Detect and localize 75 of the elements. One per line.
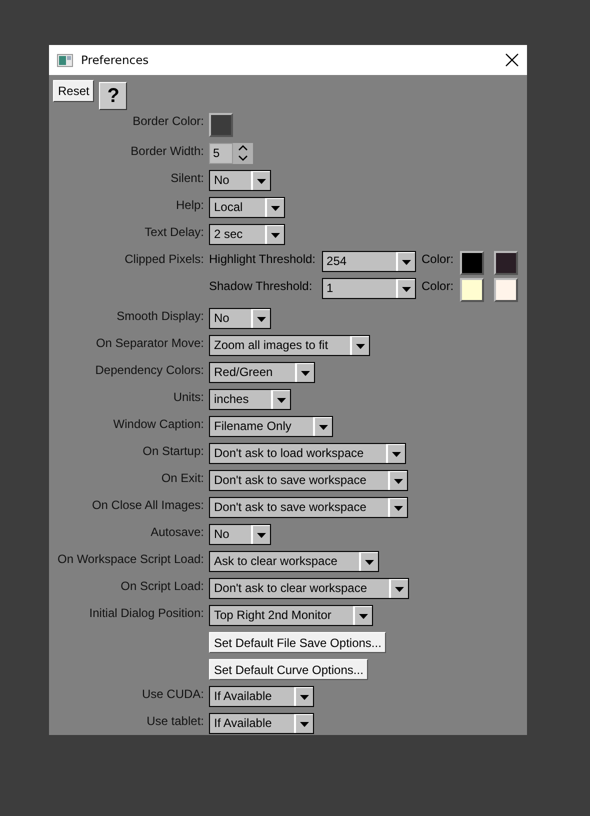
color-swatch[interactable]: [460, 251, 484, 275]
field-label: Dependency Colors:: [95, 362, 204, 378]
field-label: Window Caption:: [113, 416, 204, 432]
field-label: Units:: [173, 389, 204, 405]
threshold-label: Shadow Threshold:: [209, 278, 314, 294]
field-label: Clipped Pixels:: [124, 251, 204, 267]
options-button[interactable]: Set Default File Save Options...: [209, 632, 386, 653]
field-label: On Script Load:: [120, 578, 204, 594]
dropdown-arrow-icon: [270, 232, 280, 238]
dropdown-arrow-icon: [402, 286, 411, 292]
dropdown-arrow-icon: [257, 178, 266, 184]
color-swatch[interactable]: [209, 113, 233, 137]
dropdown-arrow-icon: [359, 614, 368, 618]
dropdown[interactable]: If Available: [209, 686, 314, 707]
dropdown[interactable]: Ask to clear workspace: [209, 551, 380, 572]
color-swatch[interactable]: [494, 278, 518, 302]
dropdown[interactable]: Filename Only: [209, 416, 334, 437]
dropdown[interactable]: No: [209, 524, 272, 545]
close-icon[interactable]: [505, 53, 519, 67]
dropdown-arrow-icon: [394, 506, 404, 510]
dropdown[interactable]: Don't ask to save workspace: [209, 470, 408, 491]
dropdown-arrow-icon: [300, 722, 309, 726]
dropdown[interactable]: 2 sec: [209, 224, 285, 245]
dropdown-arrow-icon: [319, 424, 328, 430]
dropdown[interactable]: Don't ask to save workspace: [209, 497, 408, 518]
color-swatch[interactable]: [460, 278, 484, 302]
field-label: On Exit:: [161, 470, 204, 486]
dropdown-arrow-icon: [392, 452, 401, 456]
dropdown-arrow-icon: [356, 344, 366, 348]
dropdown[interactable]: Don't ask to clear workspace: [209, 578, 410, 599]
dropdown[interactable]: If Available: [209, 713, 314, 734]
dropdown[interactable]: Zoom all images to fit: [209, 335, 370, 356]
options-button[interactable]: Set Default Curve Options...: [209, 659, 368, 680]
dropdown[interactable]: Local: [209, 197, 285, 218]
dropdown[interactable]: 254: [322, 251, 416, 272]
dropdown-arrow-icon: [394, 478, 404, 484]
dropdown-arrow-icon: [300, 694, 309, 700]
dropdown[interactable]: Top Right 2nd Monitor: [209, 605, 374, 626]
app-icon: [57, 54, 73, 66]
dropdown[interactable]: Don't ask to load workspace: [209, 443, 406, 464]
dropdown-arrow-icon: [402, 260, 411, 264]
dropdown-arrow-icon: [300, 370, 310, 376]
dropdown-arrow-icon: [365, 560, 374, 564]
dropdown-arrow-icon: [395, 586, 404, 592]
dropdown[interactable]: 1: [322, 278, 416, 299]
color-label: Color:: [422, 251, 454, 267]
field-label: Initial Dialog Position:: [89, 605, 204, 621]
window-title: Preferences: [81, 53, 150, 67]
field-label: On Startup:: [142, 443, 204, 459]
threshold-label: Highlight Threshold:: [209, 251, 316, 267]
field-label: Smooth Display:: [116, 308, 204, 324]
field-label: Silent:: [170, 170, 204, 186]
field-label: On Close All Images:: [92, 497, 204, 513]
field-label: On Separator Move:: [96, 335, 204, 351]
field-label: Use CUDA:: [142, 686, 204, 702]
dropdown-arrow-icon: [276, 398, 286, 402]
field-label: Autosave:: [150, 524, 204, 540]
reset-button[interactable]: Reset: [53, 80, 94, 102]
dropdown[interactable]: Red/Green: [209, 362, 315, 383]
dropdown-arrow-icon: [257, 316, 266, 322]
field-label: Use tablet:: [146, 713, 204, 729]
dropdown-arrow-icon: [257, 532, 266, 538]
dropdown[interactable]: No: [209, 308, 272, 329]
dropdown-arrow-icon: [270, 206, 280, 210]
color-swatch[interactable]: [494, 251, 518, 275]
color-label: Color:: [422, 278, 454, 294]
dropdown[interactable]: No: [209, 170, 272, 191]
dropdown[interactable]: inches: [209, 389, 291, 410]
help-button[interactable]: ?: [99, 82, 128, 110]
field-label: Border Width:: [130, 143, 204, 159]
number-field[interactable]: 5: [209, 143, 233, 164]
field-label: Text Delay:: [144, 224, 204, 240]
field-label: Help:: [176, 197, 204, 213]
field-label: Border Color:: [132, 113, 204, 129]
field-label: On Workspace Script Load:: [57, 551, 204, 567]
